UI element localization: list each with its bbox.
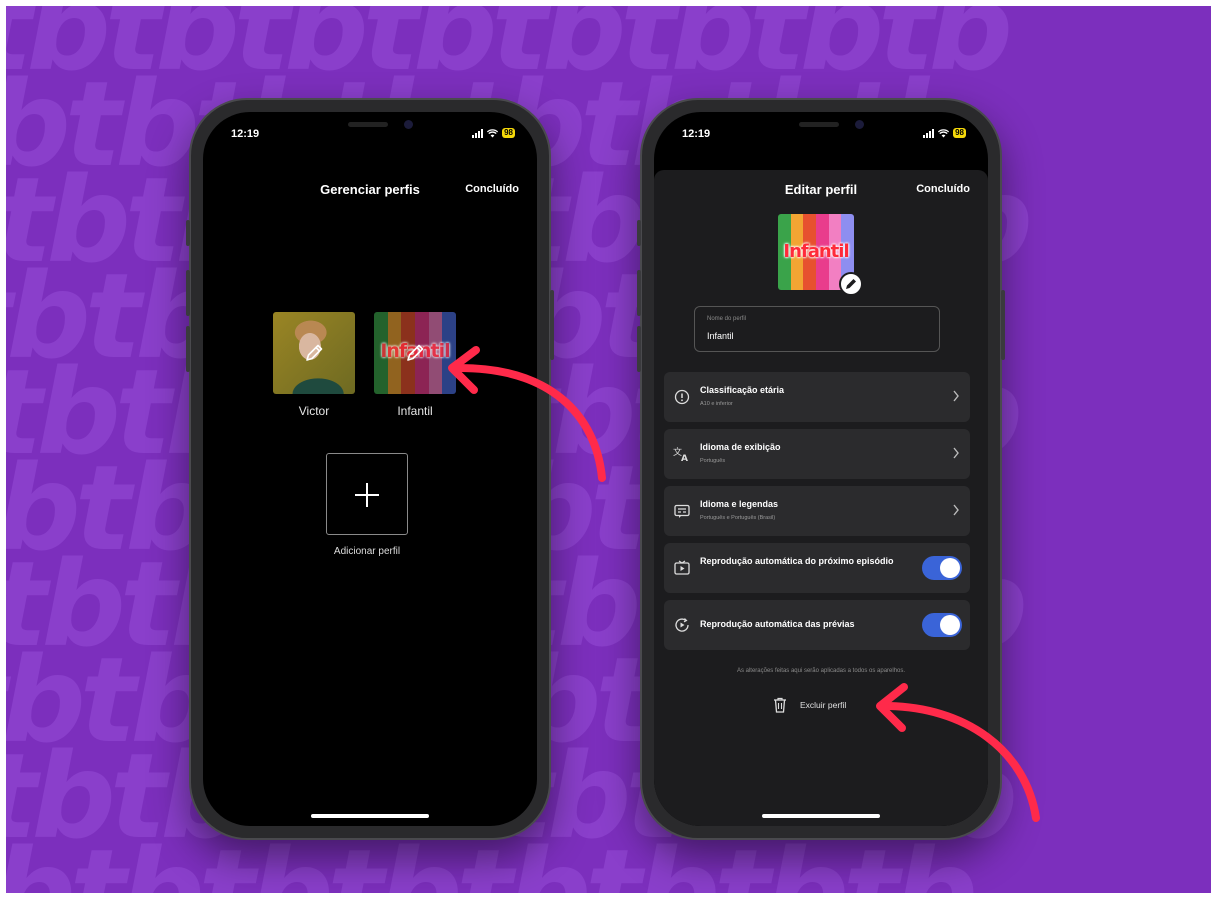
setting-title: Idioma e legendas xyxy=(700,499,779,509)
setting-autoplay-next-episode[interactable]: Reprodução automática do próximo episódi… xyxy=(664,543,970,593)
setting-title: Classificação etária xyxy=(700,385,785,395)
preview-icon xyxy=(675,618,689,632)
status-time: 12:19 xyxy=(231,128,260,140)
left-phone: 12:19 98 Gerenciar perfis Concluído Vict… xyxy=(186,98,554,840)
autoplay-icon xyxy=(674,560,690,575)
purple-background: tbtbtbtbtbtbtbtb tbtbtbtbtbtbtbtb tbtbtb… xyxy=(6,6,1211,893)
signal-icon xyxy=(472,128,484,138)
edit-avatar-button[interactable] xyxy=(839,272,863,296)
signal-icon xyxy=(923,128,935,138)
trash-icon xyxy=(774,697,786,713)
setting-audio-subtitles[interactable]: Idioma e legendas Português e Português … xyxy=(664,486,970,536)
footnote: As alterações feitas aqui serão aplicada… xyxy=(736,668,906,674)
translate-icon: 文A xyxy=(673,446,688,464)
chevron-right-icon xyxy=(953,504,959,516)
left-screen: 12:19 98 Gerenciar perfis Concluído Vict… xyxy=(203,112,537,826)
avatar-text: Infantil xyxy=(783,241,849,262)
setting-display-language[interactable]: 文A Idioma de exibição Português xyxy=(664,429,970,479)
subtitles-icon xyxy=(674,504,690,518)
status-time: 12:19 xyxy=(682,128,711,140)
field-value[interactable]: Infantil xyxy=(707,331,734,341)
wifi-icon xyxy=(938,128,950,137)
profile-victor[interactable]: Victor xyxy=(273,312,355,418)
profile-name: Victor xyxy=(298,404,330,418)
pencil-icon xyxy=(306,344,323,361)
setting-title: Reprodução automática das prévias xyxy=(700,619,855,629)
setting-maturity-rating[interactable]: Classificação etária A10 e inferior xyxy=(664,372,970,422)
delete-profile-button[interactable]: Excluir perfil xyxy=(772,696,846,714)
delete-profile-label: Excluir perfil xyxy=(800,700,847,710)
profile-name-field[interactable]: Nome do perfil Infantil xyxy=(694,306,940,352)
setting-subtitle: Português e Português (Brasil) xyxy=(700,515,776,521)
wifi-icon xyxy=(487,128,499,137)
battery-icon: 98 xyxy=(502,128,515,138)
svg-text:A: A xyxy=(681,454,688,464)
profile-name: Infantil xyxy=(397,404,433,418)
notch xyxy=(737,112,905,142)
setting-title: Idioma de exibição xyxy=(700,442,781,452)
pencil-icon xyxy=(407,344,424,361)
setting-subtitle: A10 e inferior xyxy=(700,401,733,407)
home-indicator xyxy=(311,814,429,818)
rating-icon xyxy=(674,389,690,405)
autoplay-next-toggle[interactable] xyxy=(922,556,962,580)
setting-autoplay-previews[interactable]: Reprodução automática das prévias xyxy=(664,600,970,650)
done-button[interactable]: Concluído xyxy=(916,183,970,195)
chevron-right-icon xyxy=(953,390,959,402)
watermark-row: tbtbtbtbtbtbtbtb xyxy=(6,823,978,893)
profile-avatar[interactable] xyxy=(273,312,355,394)
autoplay-previews-toggle[interactable] xyxy=(922,613,962,637)
right-screen: 12:19 98 Editar perfil Concluído Infanti… xyxy=(654,112,988,826)
add-profile-label: Adicionar perfil xyxy=(333,546,401,557)
right-phone: 12:19 98 Editar perfil Concluído Infanti… xyxy=(637,98,1005,840)
done-button[interactable]: Concluído xyxy=(465,183,519,195)
chevron-right-icon xyxy=(953,447,959,459)
field-label: Nome do perfil xyxy=(707,316,747,322)
setting-subtitle: Português xyxy=(700,458,726,464)
pencil-icon xyxy=(846,279,856,289)
home-indicator xyxy=(762,814,880,818)
profile-infantil[interactable]: Infantil Infantil xyxy=(374,312,456,418)
battery-icon: 98 xyxy=(953,128,966,138)
add-profile-button[interactable] xyxy=(326,453,408,535)
setting-title: Reprodução automática do próximo episódi… xyxy=(700,556,894,566)
profile-avatar[interactable]: Infantil xyxy=(374,312,456,394)
notch xyxy=(286,112,454,142)
